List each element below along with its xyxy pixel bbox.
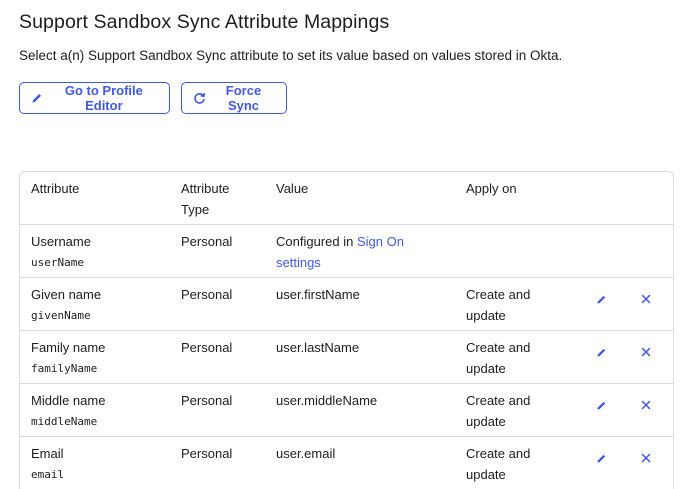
edit-mapping-button[interactable] — [593, 397, 609, 413]
edit-mapping-button[interactable] — [593, 291, 609, 307]
attribute-value: user.firstName — [276, 287, 360, 302]
attribute-cell: Email email — [31, 443, 171, 485]
header-value: Value — [276, 181, 309, 196]
attribute-variable: userName — [31, 256, 84, 269]
refresh-icon — [193, 91, 206, 105]
attribute-name: Email — [31, 446, 64, 461]
apply-on-line2: update — [466, 361, 506, 376]
apply-on: Create and update — [466, 390, 561, 432]
attribute-variable: familyName — [31, 362, 98, 375]
pencil-icon — [596, 401, 605, 410]
apply-on-line2: update — [466, 308, 506, 323]
header-type-line2: Type — [181, 202, 210, 217]
edit-mapping-button[interactable] — [593, 450, 609, 466]
value-prefix: Configured in — [276, 234, 357, 249]
header-attribute: Attribute — [31, 181, 80, 196]
attribute-variable: middleName — [31, 415, 98, 428]
page-title: Support Sandbox Sync Attribute Mappings — [19, 11, 390, 33]
attribute-type: Personal — [181, 446, 233, 461]
attribute-variable: email — [31, 468, 65, 481]
close-icon — [641, 347, 651, 357]
page-subtitle: Select a(n) Support Sandbox Sync attribu… — [19, 48, 563, 63]
attribute-name: Username — [31, 234, 91, 249]
attribute-cell: Given name givenName — [31, 284, 171, 326]
apply-on-line2: update — [466, 414, 506, 429]
value-cell: Configured in Sign On settings — [276, 231, 456, 273]
pencil-icon — [31, 91, 44, 105]
header-apply-on: Apply on — [466, 181, 517, 196]
apply-on: Create and update — [466, 284, 561, 326]
delete-mapping-button[interactable] — [638, 291, 654, 307]
attribute-type: Personal — [181, 287, 233, 302]
table-row: Username userName Personal Configured in… — [20, 225, 673, 278]
header-attribute-type: Attribute Type — [181, 178, 261, 220]
sign-on-settings-link-cont[interactable]: settings — [276, 255, 321, 270]
table-header-row: Attribute Attribute Type Value Apply on — [20, 172, 673, 225]
pencil-icon — [596, 295, 605, 304]
attribute-type: Personal — [181, 234, 233, 249]
delete-mapping-button[interactable] — [638, 397, 654, 413]
attribute-mappings-table: Attribute Attribute Type Value Apply on … — [19, 171, 674, 489]
attribute-name: Family name — [31, 340, 106, 355]
apply-on-line1: Create and — [466, 393, 531, 408]
force-sync-label: Force Sync — [225, 83, 262, 113]
force-sync-button[interactable]: Force Sync — [181, 82, 287, 114]
apply-on: Create and update — [466, 337, 561, 379]
attribute-value: user.lastName — [276, 340, 360, 355]
go-to-profile-editor-button[interactable]: Go to Profile Editor — [19, 82, 170, 114]
apply-on: Create and update — [466, 443, 561, 485]
attribute-value: user.middleName — [276, 393, 378, 408]
apply-on-line2: update — [466, 467, 506, 482]
attribute-variable: givenName — [31, 309, 91, 322]
header-type-line1: Attribute — [181, 181, 230, 196]
close-icon — [641, 453, 651, 463]
apply-on-line1: Create and — [466, 446, 531, 461]
attribute-type: Personal — [181, 393, 233, 408]
close-icon — [641, 294, 651, 304]
edit-mapping-button[interactable] — [593, 344, 609, 360]
go-to-profile-editor-label: Go to Profile Editor — [64, 83, 143, 113]
attribute-name: Given name — [31, 287, 102, 302]
attribute-cell: Family name familyName — [31, 337, 171, 379]
attribute-type: Personal — [181, 340, 233, 355]
attribute-name: Middle name — [31, 393, 106, 408]
close-icon — [641, 400, 651, 410]
table-row: Family name familyName Personal user.las… — [20, 331, 673, 384]
sign-on-settings-link[interactable]: Sign On — [357, 234, 404, 249]
table-row: Email email Personal user.email Create a… — [20, 437, 673, 489]
pencil-icon — [596, 348, 605, 357]
attribute-cell: Username userName — [31, 231, 171, 273]
apply-on-line1: Create and — [466, 340, 531, 355]
attribute-cell: Middle name middleName — [31, 390, 171, 432]
apply-on-line1: Create and — [466, 287, 531, 302]
table-row: Middle name middleName Personal user.mid… — [20, 384, 673, 437]
delete-mapping-button[interactable] — [638, 450, 654, 466]
delete-mapping-button[interactable] — [638, 344, 654, 360]
table-row: Given name givenName Personal user.first… — [20, 278, 673, 331]
pencil-icon — [596, 454, 605, 463]
attribute-value: user.email — [276, 446, 336, 461]
